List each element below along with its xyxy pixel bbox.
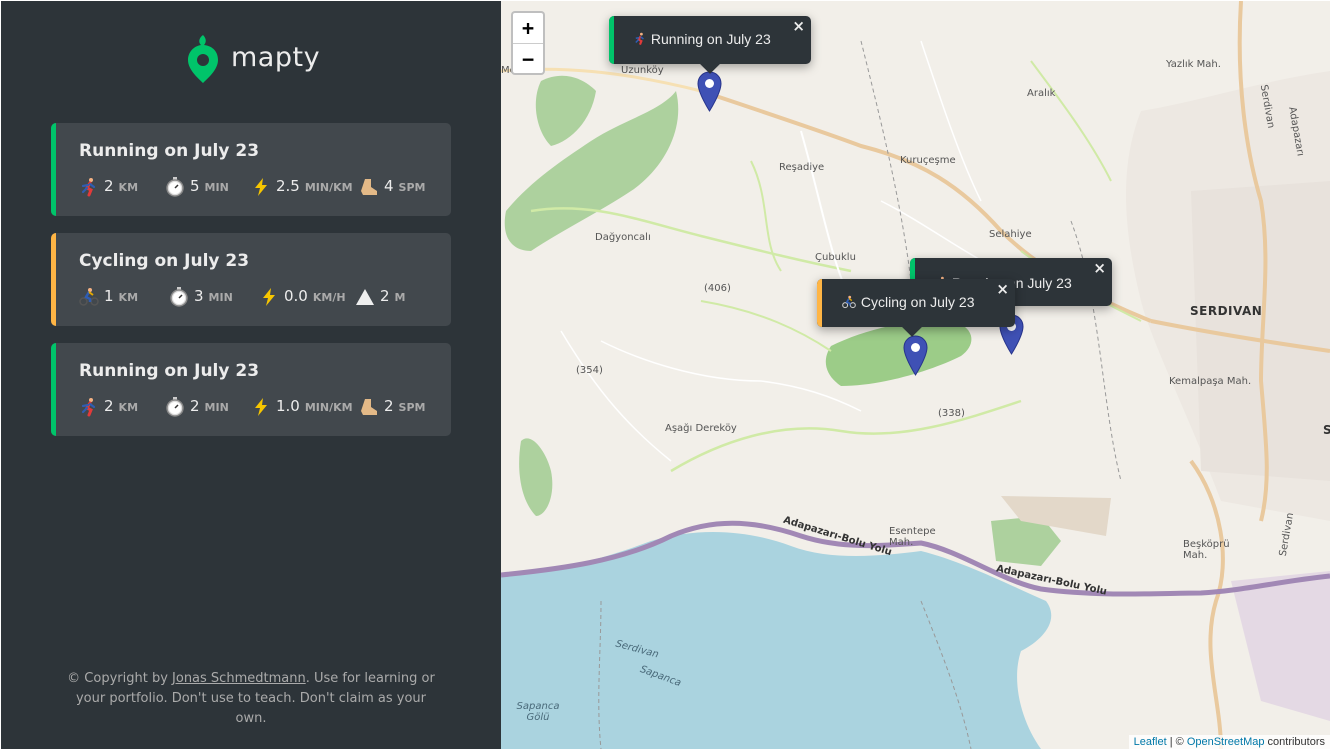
workout-speed: 0.0 km/h (259, 287, 346, 307)
runner-icon (635, 32, 644, 45)
map-label-water: Sapanca Gölü (516, 701, 560, 723)
map-label: Selahiye (989, 229, 1032, 240)
workout-distance: 2 km (79, 177, 138, 197)
zoom-out-button[interactable]: − (513, 43, 543, 73)
author-link[interactable]: Jonas Schmedtmann (172, 671, 306, 686)
cyclist-icon (842, 295, 856, 309)
popup-text: Running on July 23 (633, 31, 771, 47)
workout-duration: 5 min (165, 177, 229, 197)
workout-card-running[interactable]: Running on July 23 2 km 2 min 1.0 min/km 2s… (51, 343, 451, 436)
map-label: Kemalpaşa Mah. (1169, 376, 1252, 387)
map-marker-icon[interactable] (697, 71, 722, 112)
map-marker-icon[interactable] (903, 335, 928, 376)
workout-distance: 1 km (79, 287, 138, 307)
workout-details: 2 km 2 min 1.0 min/km 2 spm (79, 397, 431, 419)
copyright: © Copyright by Jonas Schmedtmann. Use fo… (67, 671, 435, 726)
map-label: Aralık (1027, 88, 1056, 99)
map-label: Aşağı Dereköy (665, 423, 737, 434)
map[interactable]: Uzunköy Meşe Yazlık Mah. Aralık Reşadiye… (501, 1, 1330, 749)
zoom-in-button[interactable]: + (513, 13, 543, 43)
workout-card-running[interactable]: Running on July 23 2 km 5 min 2.5 min/km 4s… (51, 123, 451, 216)
map-label: Çubuklu (815, 252, 856, 263)
workout-cadence: 2 spm (359, 397, 425, 417)
stopwatch-icon (166, 397, 184, 417)
stopwatch-icon (166, 177, 184, 197)
map-label: (338) (938, 408, 965, 419)
workout-stripe (51, 233, 56, 326)
footprint-icon (361, 399, 377, 415)
workout-card-cycling[interactable]: Cycling on July 23 1 km 3 min 0.0 km/h 2m (51, 233, 451, 326)
workout-title: Cycling on July 23 (79, 251, 250, 271)
mountain-icon (356, 289, 374, 305)
map-label: Yazlık Mah. (1166, 59, 1221, 70)
runner-icon (81, 178, 96, 197)
workout-pace: 1.0 min/km (251, 397, 353, 417)
workout-elevation: 2m (355, 287, 406, 307)
workout-stripe (51, 123, 56, 216)
map-label: Beşköprü Mah. (1183, 539, 1230, 561)
stopwatch-icon (170, 287, 188, 307)
workout-duration: 2 min (165, 397, 229, 417)
workout-details: 1 km 3 min 0.0 km/h 2m (79, 287, 431, 309)
workout-popup-running[interactable]: Running on July 23 × (609, 16, 811, 74)
map-label: Reşadiye (779, 162, 825, 173)
zoom-control: + − (511, 11, 545, 75)
map-label: Uzunköy (621, 65, 664, 76)
lightning-icon (255, 178, 267, 196)
workout-duration: 3 min (169, 287, 233, 307)
map-label: Dağyoncalı (595, 232, 651, 243)
map-label: (354) (576, 365, 603, 376)
popup-text: Cycling on July 23 (841, 294, 975, 310)
map-attribution: Leaflet | © OpenStreetMap contributors (1128, 735, 1330, 749)
footprint-icon (361, 179, 377, 195)
workout-cadence: 4 spm (359, 177, 425, 197)
popup-close-button[interactable]: × (996, 280, 1009, 298)
workout-stripe (51, 343, 56, 436)
workout-pace: 2.5 min/km (251, 177, 353, 197)
app-name: mapty (231, 41, 321, 73)
map-label-city: S (1323, 423, 1330, 437)
logo: mapty (187, 31, 320, 83)
leaflet-link[interactable]: Leaflet (1134, 736, 1167, 748)
popup-close-button[interactable]: × (792, 17, 805, 35)
runner-icon (81, 398, 96, 417)
workout-distance: 2 km (79, 397, 138, 417)
map-pin-logo-icon (188, 35, 218, 83)
osm-link[interactable]: OpenStreetMap (1187, 736, 1265, 748)
map-label: (406) (704, 283, 731, 294)
map-label: Esentepe Mah. (889, 526, 936, 548)
workout-title: Running on July 23 (79, 141, 260, 161)
workout-details: 2 km 5 min 2.5 min/km 4 spm (79, 177, 431, 199)
workout-title: Running on July 23 (79, 361, 260, 381)
cyclist-icon (79, 288, 99, 306)
workout-popup-cycling[interactable]: Cycling on July 23 × (817, 279, 1015, 337)
popup-close-button[interactable]: × (1093, 259, 1106, 277)
lightning-icon (255, 398, 267, 416)
lightning-icon (263, 288, 275, 306)
map-label: Kuruçeşme (900, 155, 956, 166)
map-label-city: SERDIVAN (1190, 304, 1263, 318)
sidebar: mapty Running on July 23 2 km 5 min 2.5 min… (1, 1, 501, 749)
